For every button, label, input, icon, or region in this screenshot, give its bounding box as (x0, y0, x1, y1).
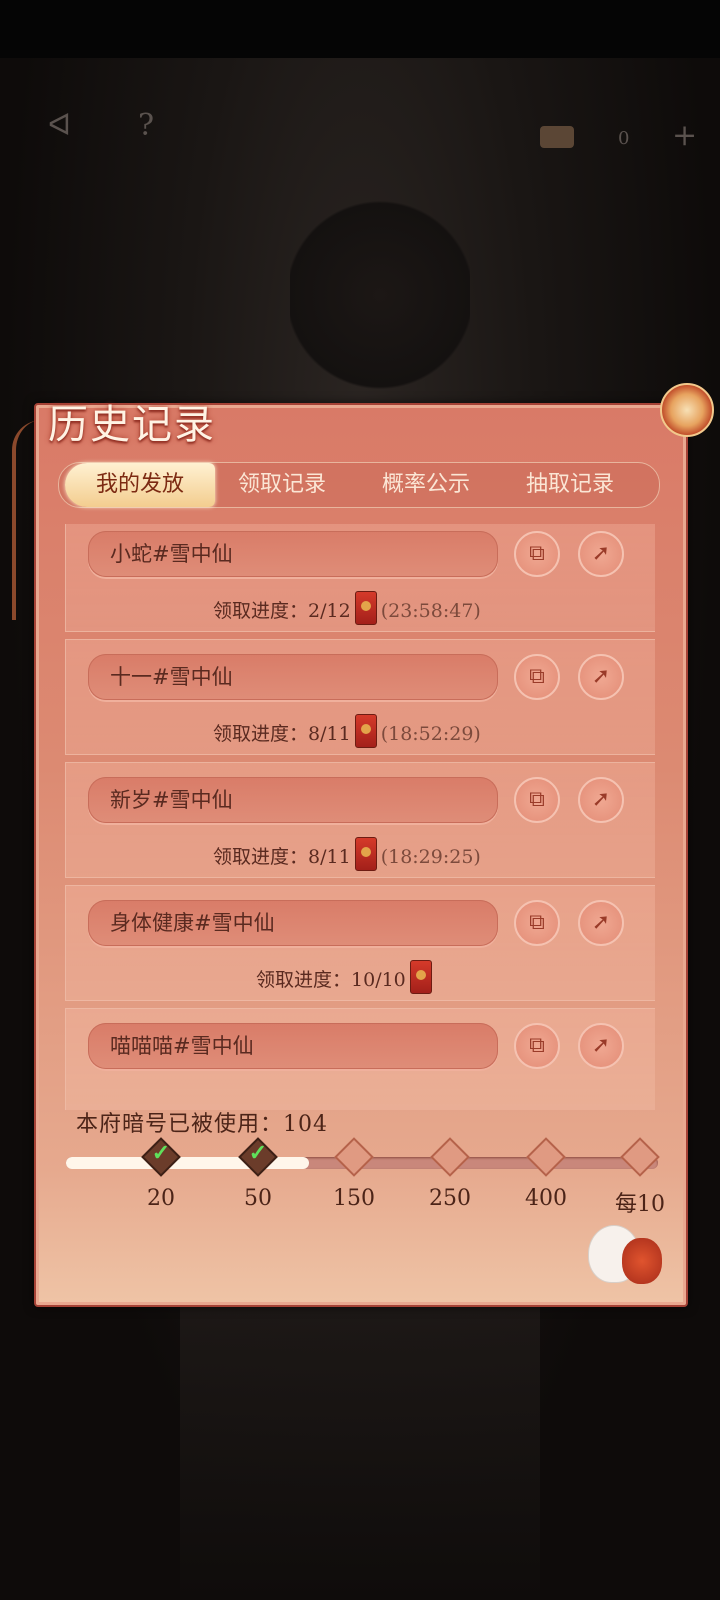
progress-value: 8/11 (308, 723, 351, 745)
record-card: 喵喵喵#雪中仙 ⧉ ➚ (65, 1008, 655, 1110)
red-envelope-icon (354, 591, 377, 625)
share-icon: ➚ (591, 541, 611, 566)
copy-icon: ⧉ (529, 541, 545, 566)
milestone-label: 每10 (615, 1192, 665, 1217)
milestone-label: 400 (525, 1186, 567, 1211)
tab-draw-records[interactable]: 抽取记录 (495, 463, 645, 507)
status-bar (0, 0, 720, 58)
usage-summary: 本府暗号已被使用：104 (76, 1106, 328, 1138)
check-icon: ✓ (151, 1140, 171, 1166)
progress-value: 10/10 (351, 969, 406, 991)
progress-label: 领取进度： (213, 723, 309, 745)
milestone-label: 250 (429, 1186, 471, 1211)
record-name-bar: 新岁#雪中仙 (88, 777, 498, 823)
milestone-label: 150 (333, 1186, 375, 1211)
record-name: 新岁#雪中仙 (110, 788, 233, 812)
tab-bar: 我的发放 领取记录 概率公示 抽取记录 (58, 462, 660, 508)
share-icon: ➚ (591, 787, 611, 812)
share-button[interactable]: ➚ (578, 654, 624, 700)
copy-icon: ⧉ (529, 787, 545, 812)
record-card: 新岁#雪中仙 ⧉ ➚ 领取进度：8/11 (18:29:25) (65, 762, 655, 878)
record-card: 身体健康#雪中仙 ⧉ ➚ 领取进度：10/10 (65, 885, 655, 1001)
progress-label: 领取进度： (256, 969, 352, 991)
lucky-bag-icon[interactable] (622, 1238, 662, 1284)
red-envelope-icon (409, 960, 432, 994)
remaining-time: (18:29:25) (380, 846, 481, 868)
record-name-bar: 小蛇#雪中仙 (88, 531, 498, 577)
share-button[interactable]: ➚ (578, 1023, 624, 1069)
character-silhouette (290, 200, 470, 390)
share-icon: ➚ (591, 1033, 611, 1058)
record-name: 身体健康#雪中仙 (110, 911, 275, 935)
red-envelope-icon (354, 714, 377, 748)
copy-icon: ⧉ (529, 910, 545, 935)
share-button[interactable]: ➚ (578, 777, 624, 823)
record-card: 小蛇#雪中仙 ⧉ ➚ 领取进度：2/12 (23:58:47) (65, 524, 655, 632)
record-progress: 领取进度：8/11 (18:52:29) (213, 714, 481, 748)
check-icon: ✓ (248, 1140, 268, 1166)
share-icon: ➚ (591, 664, 611, 689)
chest-icon (540, 126, 574, 148)
progress-value: 8/11 (308, 846, 351, 868)
record-card: 十一#雪中仙 ⧉ ➚ 领取进度：8/11 (18:52:29) (65, 639, 655, 755)
copy-button[interactable]: ⧉ (514, 654, 560, 700)
share-button[interactable]: ➚ (578, 531, 624, 577)
progress-value: 2/12 (308, 600, 351, 622)
back-icon[interactable]: ᐊ (48, 108, 71, 143)
help-icon[interactable]: ? (138, 108, 154, 143)
close-knot-icon[interactable] (660, 383, 714, 437)
share-icon: ➚ (591, 910, 611, 935)
usage-count: 104 (283, 1112, 329, 1137)
milestone-label: 50 (244, 1186, 272, 1211)
copy-button[interactable]: ⧉ (514, 777, 560, 823)
share-button[interactable]: ➚ (578, 900, 624, 946)
milestone-label: 20 (147, 1186, 175, 1211)
record-name-bar: 身体健康#雪中仙 (88, 900, 498, 946)
panel-title: 历史记录 (48, 402, 216, 448)
copy-button[interactable]: ⧉ (514, 900, 560, 946)
progress-label: 领取进度： (213, 600, 309, 622)
record-name: 喵喵喵#雪中仙 (110, 1034, 254, 1058)
red-envelope-icon (354, 837, 377, 871)
record-list[interactable]: 小蛇#雪中仙 ⧉ ➚ 领取进度：2/12 (23:58:47) 十一#雪中仙 ⧉ … (65, 524, 655, 1110)
record-progress: 领取进度：8/11 (18:29:25) (213, 837, 481, 871)
copy-button[interactable]: ⧉ (514, 531, 560, 577)
progress-label: 领取进度： (213, 846, 309, 868)
copy-button[interactable]: ⧉ (514, 1023, 560, 1069)
copy-icon: ⧉ (529, 664, 545, 689)
record-name: 小蛇#雪中仙 (110, 542, 233, 566)
record-progress: 领取进度：2/12 (23:58:47) (213, 591, 481, 625)
character-robe (180, 1260, 540, 1600)
copy-icon: ⧉ (529, 1033, 545, 1058)
record-progress: 领取进度：10/10 (256, 960, 436, 994)
tab-my-issued[interactable]: 我的发放 (65, 463, 215, 507)
plus-icon[interactable]: + (672, 118, 697, 153)
usage-label-text: 本府暗号已被使用： (76, 1112, 284, 1137)
tab-claim-records[interactable]: 领取记录 (207, 463, 357, 507)
record-name: 十一#雪中仙 (110, 665, 233, 689)
tab-probability[interactable]: 概率公示 (351, 463, 501, 507)
record-name-bar: 十一#雪中仙 (88, 654, 498, 700)
remaining-time: (18:52:29) (380, 723, 481, 745)
remaining-time: (23:58:47) (380, 600, 481, 622)
coin-count: 0 (618, 128, 630, 149)
record-name-bar: 喵喵喵#雪中仙 (88, 1023, 498, 1069)
